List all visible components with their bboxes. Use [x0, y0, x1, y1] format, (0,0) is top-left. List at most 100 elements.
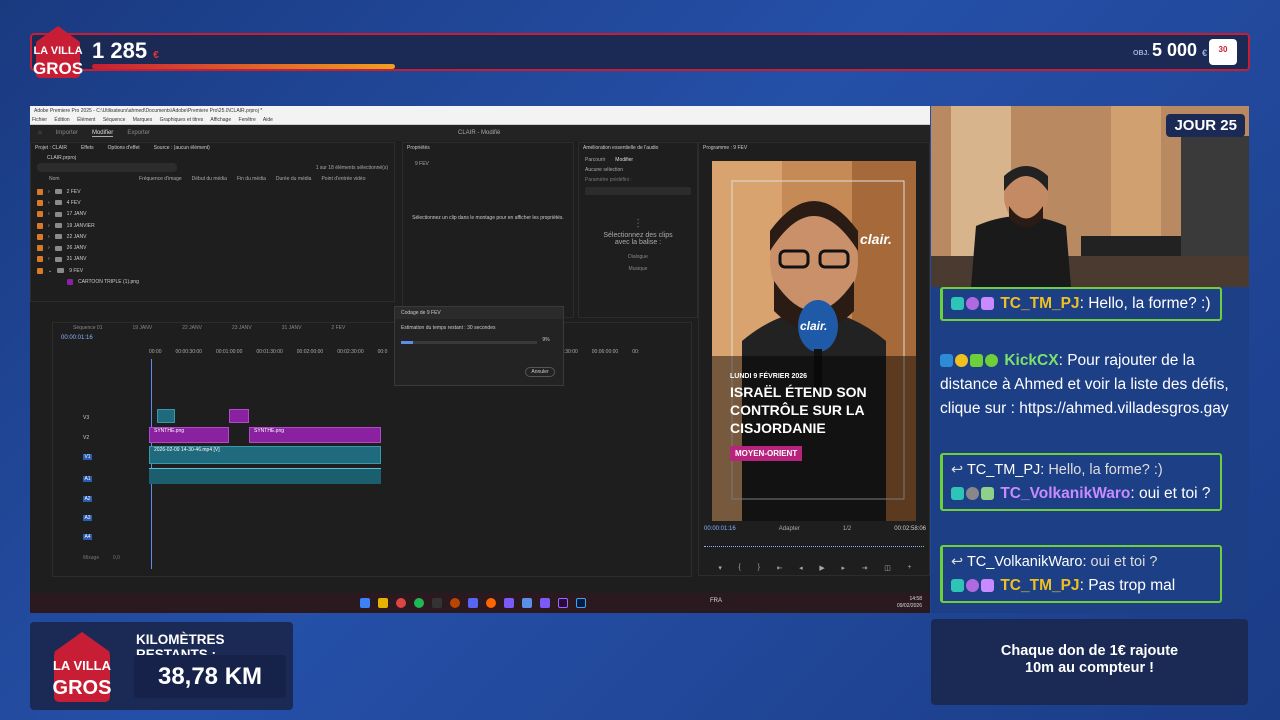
tab-project[interactable]: Projet : CLAIR	[35, 145, 67, 151]
menu-item[interactable]: Marques	[133, 117, 152, 123]
program-scrubber[interactable]	[704, 542, 924, 547]
track-label-v1[interactable]: V1	[83, 454, 92, 460]
track-label-v2[interactable]: V2	[83, 435, 105, 441]
track-label-a4[interactable]: A4	[83, 534, 92, 540]
chat-username[interactable]: KickCX	[1004, 352, 1058, 369]
spotify-icon[interactable]	[414, 598, 424, 608]
sequence-tab[interactable]: 22 JANV	[182, 325, 202, 331]
app-icon[interactable]	[432, 598, 442, 608]
tag-dialogue[interactable]: Dialogue	[579, 254, 697, 260]
tray-date: 09/02/2026	[896, 603, 922, 609]
column-header[interactable]: Fin du média	[237, 176, 266, 182]
clip[interactable]: 2026-02-09 14-30-46.mp4 [V]	[149, 446, 381, 464]
program-video[interactable]: clair. clair. LUNDI 9 FÉVRIER 2026 ISRAË…	[712, 161, 916, 521]
tab-source[interactable]: Source : (aucun élément)	[154, 145, 210, 151]
chat-message: KickCX: Pour rajouter de la distance à A…	[940, 352, 1229, 417]
clip[interactable]	[157, 409, 175, 423]
cancel-button[interactable]: Annuler	[525, 367, 555, 377]
track-label-a2[interactable]: A2	[83, 496, 92, 502]
headline-line: CONTRÔLE SUR LA	[730, 402, 865, 418]
marker-icon[interactable]: ▾	[718, 564, 722, 572]
list-item[interactable]: › 17 JANV	[31, 209, 394, 220]
list-item[interactable]: CARTOON TRIPLE (1).png	[31, 276, 394, 287]
photoshop-icon[interactable]	[576, 598, 586, 608]
camera-icon[interactable]: ◫	[884, 564, 891, 572]
go-to-out-icon[interactable]: ⇥	[862, 564, 868, 572]
play-icon[interactable]: ▶	[819, 564, 824, 572]
firefox-icon[interactable]	[486, 598, 496, 608]
out-point-icon[interactable]: }	[758, 564, 760, 572]
tray-lang[interactable]: FRA	[710, 598, 722, 604]
badge-icon	[970, 354, 983, 367]
track-label-a1[interactable]: A1	[83, 476, 92, 482]
column-header[interactable]: Fréquence d'image	[139, 176, 182, 182]
list-item[interactable]: ⌄ 9 FEV	[31, 265, 394, 276]
windows-icon[interactable]	[360, 598, 370, 608]
chrome-icon[interactable]	[396, 598, 406, 608]
menu-item[interactable]: Fenêtre	[239, 117, 256, 123]
search-input[interactable]	[37, 163, 177, 172]
tab-effects[interactable]: Effets	[81, 145, 94, 151]
svg-text:GROS: GROS	[33, 59, 83, 78]
list-item[interactable]: › 19 JANVIER	[31, 220, 394, 231]
menu-item[interactable]: Élément	[77, 117, 95, 123]
list-item[interactable]: › 31 JANV	[31, 254, 394, 265]
add-icon[interactable]: +	[908, 564, 912, 572]
tab-import[interactable]: Importer	[56, 130, 78, 136]
app-icon[interactable]	[540, 598, 550, 608]
quality-select[interactable]: 1/2	[843, 526, 851, 532]
clip[interactable]: SYNTHE.png	[149, 427, 229, 443]
list-item[interactable]: › 4 FEV	[31, 197, 394, 208]
column-header[interactable]: Début du média	[192, 176, 227, 182]
menu-item[interactable]: Édition	[54, 117, 69, 123]
playhead[interactable]	[151, 359, 152, 569]
in-point-icon[interactable]: {	[739, 564, 741, 572]
chat-username[interactable]: TC_VolkanikWaro	[1000, 485, 1130, 502]
step-back-icon[interactable]: ◂	[799, 564, 803, 572]
step-forward-icon[interactable]: ▸	[841, 564, 845, 572]
tab-effect-options[interactable]: Options d'effet	[108, 145, 140, 151]
list-item[interactable]: › 2 FEV	[31, 186, 394, 197]
discord-icon[interactable]	[468, 598, 478, 608]
app-icon[interactable]	[504, 598, 514, 608]
go-to-in-icon[interactable]: ⇤	[777, 564, 783, 572]
menu-item[interactable]: Graphiques et titres	[160, 117, 204, 123]
clip[interactable]	[229, 409, 249, 423]
badge-icon	[981, 297, 994, 310]
menu-item[interactable]: Fichier	[32, 117, 47, 123]
track-label-a3[interactable]: A3	[83, 515, 92, 521]
audio-clip[interactable]	[149, 468, 381, 484]
track-label-v3[interactable]: V3	[83, 415, 105, 421]
chat-username[interactable]: TC_TM_PJ	[1000, 577, 1079, 594]
column-header[interactable]: Nom	[49, 176, 129, 182]
tab-export[interactable]: Exporter	[127, 130, 150, 136]
list-item[interactable]: › 22 JANV	[31, 231, 394, 242]
tab-browse[interactable]: Parcourir	[585, 157, 605, 163]
explorer-icon[interactable]	[378, 598, 388, 608]
home-icon[interactable]: ⌂	[38, 130, 42, 136]
sequence-tab[interactable]: Séquence 01	[73, 325, 102, 331]
menu-item[interactable]: Aide	[263, 117, 273, 123]
tab-modify[interactable]: Modifier	[615, 157, 633, 163]
obs-icon[interactable]	[450, 598, 460, 608]
tag-music[interactable]: Musique	[579, 266, 697, 272]
tab-edit[interactable]: Modifier	[91, 130, 114, 137]
clip[interactable]: SYNTHE.png	[249, 427, 381, 443]
column-header[interactable]: Durée du média	[276, 176, 312, 182]
menu-item[interactable]: Affichage	[210, 117, 231, 123]
list-item[interactable]: › 26 JANV	[31, 242, 394, 253]
premiere-icon[interactable]	[558, 598, 568, 608]
sequence-tab[interactable]: 23 JANV	[232, 325, 252, 331]
tray-clock[interactable]: 14:58 09/02/2026	[897, 596, 922, 610]
sequence-tab[interactable]: 2 FEV	[331, 325, 345, 331]
column-header[interactable]: Point d'entrée vidéo	[321, 176, 365, 182]
ruler-tick: 00:0	[377, 349, 388, 355]
presets-dropdown[interactable]	[585, 187, 691, 195]
app-icon[interactable]	[522, 598, 532, 608]
chat-username[interactable]: TC_TM_PJ	[1000, 295, 1079, 312]
chat-text: Pour rajouter de la distance à Ahmed et …	[940, 352, 1229, 417]
sequence-tab[interactable]: 19 JANV	[132, 325, 152, 331]
fit-select[interactable]: Adapter	[779, 526, 800, 532]
menu-item[interactable]: Séquence	[103, 117, 126, 123]
sequence-tab[interactable]: 31 JANV	[282, 325, 302, 331]
